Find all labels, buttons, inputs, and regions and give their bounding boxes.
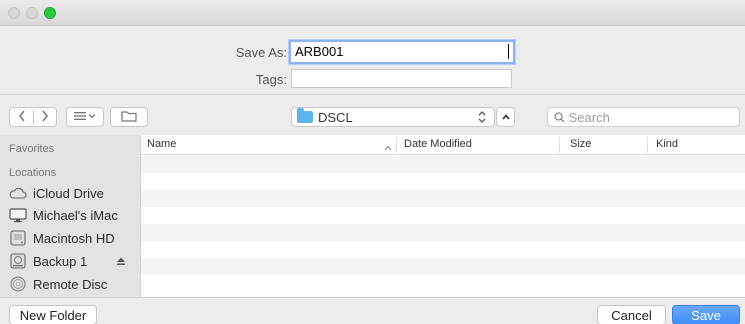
chevron-right-icon[interactable] — [33, 110, 56, 125]
minimize-window-button[interactable] — [26, 7, 38, 19]
new-folder-button[interactable]: New Folder — [9, 305, 97, 324]
monitor-icon — [9, 207, 27, 223]
disc-icon — [9, 276, 27, 292]
sidebar-item-label: Macintosh HD — [33, 230, 115, 246]
column-header-size[interactable]: Size — [570, 138, 591, 150]
list-row — [141, 224, 745, 241]
list-row — [141, 173, 745, 190]
save-as-label: Save As: — [235, 45, 287, 60]
expand-collapse-button[interactable] — [496, 107, 515, 127]
list-row — [141, 190, 745, 207]
save-as-value: ARB001 — [295, 44, 344, 59]
location-popup[interactable]: DSCL — [291, 107, 495, 127]
column-header-name[interactable]: Name — [147, 138, 176, 150]
sidebar-item-macintosh-hd[interactable]: Macintosh HD — [9, 228, 137, 248]
zoom-window-button[interactable] — [44, 7, 56, 19]
chevron-up-icon — [501, 110, 511, 124]
list-row — [141, 275, 745, 292]
back-forward-control — [9, 107, 57, 127]
save-button[interactable]: Save — [672, 305, 740, 324]
bottom-divider — [0, 297, 745, 298]
search-field[interactable]: Search — [547, 107, 740, 127]
folder-icon — [297, 108, 313, 123]
sidebar-item-imac[interactable]: Michael's iMac — [9, 205, 137, 225]
toolbar-divider — [0, 94, 745, 95]
cancel-button[interactable]: Cancel — [597, 305, 666, 324]
sidebar-header-locations: Locations — [9, 167, 57, 179]
sidebar: Favorites Locations iCloud Drive Michael… — [0, 135, 141, 297]
sidebar-header-favorites: Favorites — [9, 143, 55, 155]
list-row — [141, 207, 745, 224]
sidebar-item-label: iCloud Drive — [33, 185, 104, 201]
chevron-up-icon — [384, 139, 392, 154]
sidebar-item-label: Backup 1 — [33, 253, 88, 269]
column-header-kind[interactable]: Kind — [656, 138, 678, 150]
eject-icon[interactable] — [116, 254, 126, 269]
sidebar-item-remote-disc[interactable]: Remote Disc — [9, 274, 137, 294]
new-folder-toolbar-button[interactable] — [110, 107, 148, 127]
search-icon — [554, 111, 565, 126]
view-options-button[interactable] — [66, 107, 104, 127]
location-label: DSCL — [318, 109, 353, 125]
folder-add-icon — [121, 110, 137, 125]
hard-drive-icon — [9, 230, 27, 246]
sidebar-item-backup-1[interactable]: Backup 1 — [9, 251, 137, 271]
sidebar-item-icloud-drive[interactable]: iCloud Drive — [9, 183, 137, 203]
cloud-icon — [9, 185, 27, 201]
sidebar-item-label: Michael's iMac — [33, 207, 118, 223]
chevron-left-icon[interactable] — [10, 110, 33, 125]
list-row — [141, 241, 745, 258]
save-dialog: Save As: ARB001 Tags: DSCL Search Favori… — [0, 0, 745, 324]
list-row — [141, 258, 745, 275]
tags-label: Tags: — [255, 72, 287, 87]
search-placeholder: Search — [568, 110, 610, 125]
save-as-input[interactable]: ARB001 — [289, 40, 515, 64]
tags-input[interactable] — [291, 69, 512, 88]
list-row — [141, 156, 745, 173]
close-window-button[interactable] — [8, 7, 20, 19]
column-header-date-modified[interactable]: Date Modified — [404, 138, 472, 150]
file-list-header: Name Date Modified Size Kind — [141, 135, 745, 155]
up-down-arrows-icon — [478, 110, 486, 127]
external-drive-icon — [9, 253, 27, 269]
title-bar — [0, 0, 745, 26]
text-caret — [508, 44, 509, 59]
file-list[interactable]: Name Date Modified Size Kind — [141, 135, 745, 297]
list-view-icon — [73, 110, 97, 124]
sidebar-item-label: Remote Disc — [33, 276, 108, 292]
